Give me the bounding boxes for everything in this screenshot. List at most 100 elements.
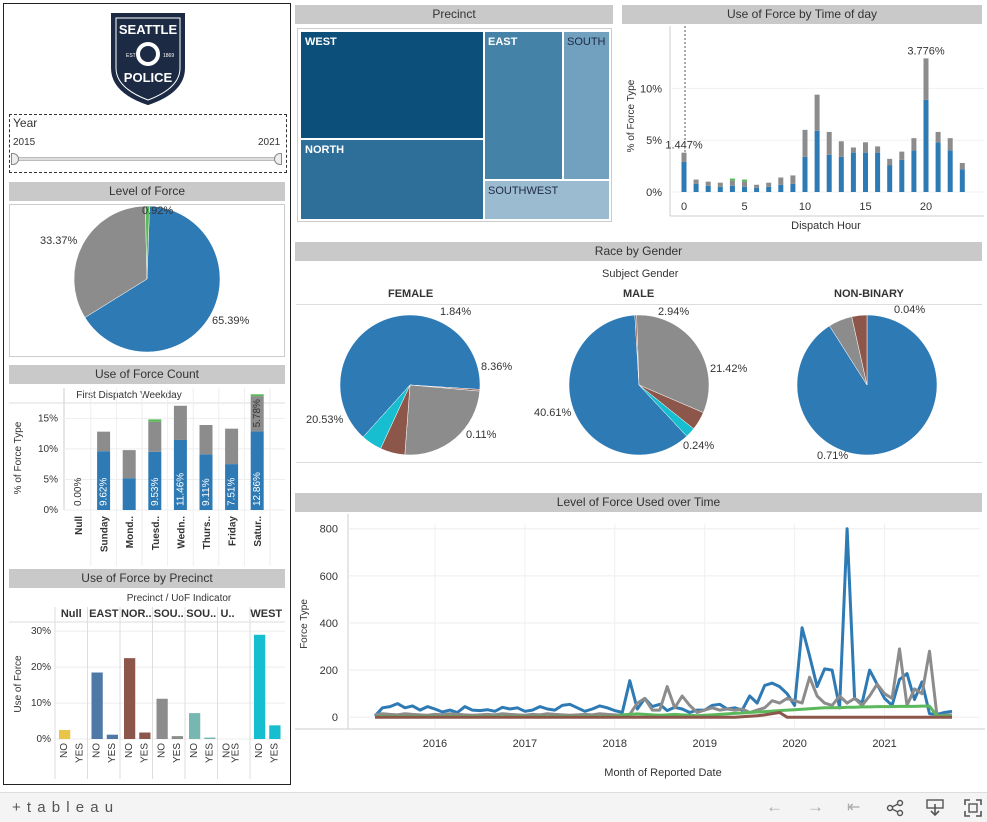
- treemap-east[interactable]: EAST: [484, 31, 563, 180]
- time-bar[interactable]: [923, 99, 929, 192]
- time-bar[interactable]: [778, 184, 784, 192]
- time-bar[interactable]: [911, 138, 917, 151]
- precinct-bar[interactable]: [254, 634, 266, 739]
- time-bar[interactable]: [802, 156, 808, 192]
- precinct-ytick: 20%: [31, 662, 51, 673]
- time-bar[interactable]: [875, 152, 881, 192]
- undo-icon[interactable]: ←: [766, 797, 783, 817]
- time-bar[interactable]: [947, 150, 953, 192]
- precinct-bar[interactable]: [189, 713, 201, 739]
- treemap-west[interactable]: WEST: [300, 31, 484, 139]
- time-bar[interactable]: [814, 130, 820, 192]
- count-bar[interactable]: [199, 424, 213, 455]
- line-series-0[interactable]: [373, 527, 953, 718]
- time-bar[interactable]: [766, 182, 772, 187]
- time-bar[interactable]: [899, 151, 905, 160]
- time-bar[interactable]: [766, 186, 772, 192]
- time-bar[interactable]: [850, 147, 856, 153]
- time-bar[interactable]: [742, 179, 747, 182]
- precinct-bar[interactable]: [269, 725, 281, 739]
- time-bar[interactable]: [790, 175, 796, 184]
- precinct-bar[interactable]: [106, 734, 118, 739]
- time-bar[interactable]: [838, 141, 844, 157]
- time-bar[interactable]: [693, 183, 699, 192]
- treemap-southwest[interactable]: SOUTHWEST: [484, 180, 610, 220]
- time-bar[interactable]: [863, 142, 868, 153]
- precinct-bar[interactable]: [124, 658, 136, 739]
- precinct-bar[interactable]: [171, 736, 183, 739]
- count-bar[interactable]: [250, 394, 264, 397]
- precinct-bar[interactable]: [156, 698, 168, 739]
- treemap-south[interactable]: SOUTH: [563, 31, 610, 180]
- precinct-bar[interactable]: [139, 732, 151, 739]
- count-bar[interactable]: [122, 478, 136, 510]
- treemap-north[interactable]: NORTH: [300, 139, 484, 220]
- level-over-time-chart[interactable]: 0 200 400 600 800 Force Type 2016 2017 2018 2019 2…: [295, 514, 985, 786]
- count-bar[interactable]: [148, 419, 162, 422]
- time-bar[interactable]: [705, 181, 711, 186]
- time-bar[interactable]: [935, 142, 941, 192]
- line-xtick: 2020: [782, 738, 806, 750]
- time-bar[interactable]: [717, 186, 723, 192]
- count-bar[interactable]: [148, 421, 162, 452]
- year-slider-max-handle[interactable]: [274, 153, 282, 165]
- female-pie-slice-2[interactable]: [404, 384, 481, 456]
- time-bar[interactable]: [899, 159, 905, 192]
- time-bar[interactable]: [729, 185, 735, 192]
- time-bar[interactable]: [754, 187, 760, 192]
- time-bar[interactable]: [729, 180, 735, 186]
- count-bar[interactable]: [97, 431, 111, 452]
- time-bar[interactable]: [742, 181, 747, 187]
- time-bar[interactable]: [681, 152, 687, 162]
- time-bar[interactable]: [742, 186, 747, 192]
- time-bar[interactable]: [693, 179, 699, 184]
- time-bar[interactable]: [959, 169, 965, 192]
- time-bar[interactable]: [729, 178, 735, 181]
- count-bar[interactable]: [173, 405, 187, 440]
- precinct-ytick: 0%: [37, 734, 52, 745]
- time-bar[interactable]: [947, 138, 953, 151]
- count-data-label: 12.86%: [252, 472, 263, 506]
- race-gender-pies[interactable]: [296, 305, 982, 461]
- time-bar[interactable]: [790, 183, 796, 192]
- line-xtick: 2019: [692, 738, 716, 750]
- time-bar[interactable]: [911, 150, 917, 192]
- time-xtick: 15: [859, 201, 871, 213]
- level-of-force-pie[interactable]: [9, 204, 285, 357]
- race-gender-bottom-divider: [296, 462, 982, 463]
- time-bar[interactable]: [935, 131, 941, 143]
- year-slider-track[interactable]: [16, 157, 280, 161]
- count-bar[interactable]: [225, 428, 239, 465]
- time-bar[interactable]: [778, 177, 784, 185]
- use-of-force-count-chart[interactable]: First Dispatch Weekday 0% 5% 10% 15% % of For…: [9, 386, 285, 568]
- race-by-gender-header: Race by Gender: [295, 242, 982, 261]
- use-of-force-precinct-chart[interactable]: Precinct / UoF Indicator 0% 10% 20% 30% Use o…: [9, 589, 285, 781]
- time-bar[interactable]: [887, 158, 893, 166]
- download-icon[interactable]: [925, 798, 945, 818]
- revert-icon[interactable]: ⇤: [847, 797, 860, 817]
- time-bar[interactable]: [754, 184, 760, 188]
- fullscreen-icon[interactable]: [963, 798, 983, 818]
- precinct-bar[interactable]: [91, 672, 103, 739]
- time-bar[interactable]: [850, 152, 856, 192]
- time-bar[interactable]: [959, 163, 965, 170]
- count-bar[interactable]: [122, 450, 136, 479]
- time-bar[interactable]: [717, 182, 723, 187]
- time-of-day-chart[interactable]: 0% 5% 10%% of Force Type 0 5 10 15 20 Dispatch H…: [622, 26, 984, 236]
- redo-icon[interactable]: →: [807, 797, 824, 817]
- time-bar[interactable]: [681, 161, 687, 192]
- precinct-bar[interactable]: [204, 737, 216, 739]
- time-bar[interactable]: [705, 185, 711, 192]
- time-bar[interactable]: [863, 152, 868, 192]
- precinct-bar[interactable]: [59, 730, 71, 739]
- time-bar[interactable]: [826, 154, 832, 192]
- time-bar[interactable]: [875, 146, 881, 153]
- time-bar[interactable]: [887, 165, 893, 192]
- time-bar[interactable]: [923, 58, 929, 100]
- tableau-brand[interactable]: + t a b l e a u: [12, 799, 114, 816]
- share-icon[interactable]: [886, 799, 904, 817]
- time-bar[interactable]: [826, 131, 832, 155]
- time-bar[interactable]: [802, 129, 808, 157]
- time-bar[interactable]: [838, 156, 844, 192]
- time-bar[interactable]: [814, 94, 820, 131]
